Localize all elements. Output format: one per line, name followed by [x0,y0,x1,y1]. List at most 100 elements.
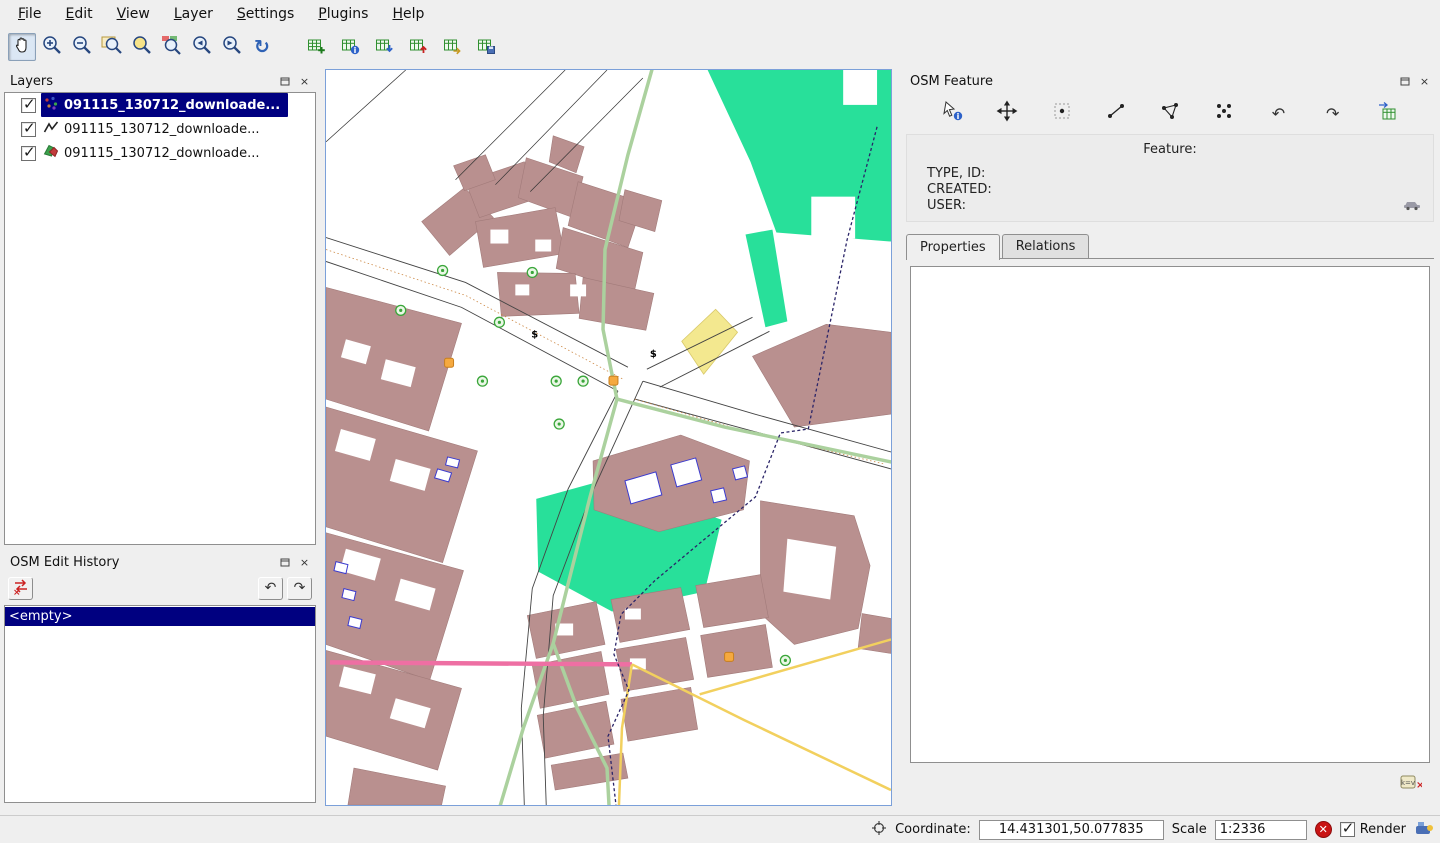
feature-preview-icon [1403,197,1421,215]
refresh-icon: ↻ [254,36,270,58]
osm-feature-manager-icon: i [341,36,360,59]
layer-checkbox[interactable] [21,98,36,113]
polygon-layer-icon [43,143,59,163]
zoom-full-button[interactable] [98,33,126,61]
layers-close-button[interactable]: × [297,74,312,89]
zoom-next-icon [221,34,243,60]
osm-toolbar-group: i [302,33,500,61]
undo-button[interactable]: ↶ [258,577,283,600]
osm-load-icon [307,36,326,59]
render-checkbox[interactable] [1340,822,1355,837]
zoom-in-button[interactable] [38,33,66,61]
menu-settings[interactable]: Settings [227,2,304,26]
feature-table-button[interactable] [1374,100,1400,126]
main-toolbar: ↻ i [0,28,1440,66]
feature-close-button[interactable]: × [1417,74,1432,89]
svg-text:i: i [353,45,356,54]
layer-label: 091115_130712_downloade... [64,122,260,137]
layer-label: 091115_130712_downloade... [64,146,260,161]
menu-file[interactable]: File [8,2,51,26]
zoom-last-button[interactable] [188,33,216,61]
layers-float-button[interactable] [277,74,292,89]
move-feature-icon [996,100,1018,126]
history-float-button[interactable] [277,555,292,570]
layer-row-lines[interactable]: 091115_130712_downloade... [5,117,315,141]
move-feature-button[interactable] [994,100,1020,126]
coordinate-capture-icon[interactable] [871,820,887,840]
zoom-layer-icon [161,34,183,60]
pan-button[interactable] [8,33,36,61]
zoom-selection-icon [131,34,153,60]
menu-edit[interactable]: Edit [55,2,102,26]
layer-row-points[interactable]: 091115_130712_downloade... [5,93,315,117]
map-canvas[interactable]: $ $ [325,69,892,806]
feature-panel-titlebar: OSM Feature × [902,70,1438,92]
feature-panel-title: OSM Feature [910,74,1392,89]
redo-button[interactable]: ↷ [287,577,312,600]
layer-checkbox[interactable] [21,146,36,161]
render-label: Render [1360,822,1406,837]
refresh-button[interactable]: ↻ [248,33,276,61]
menu-layer[interactable]: Layer [164,2,223,26]
layer-row-polygons[interactable]: 091115_130712_downloade... [5,141,315,165]
menu-help[interactable]: Help [382,2,434,26]
layers-list: 091115_130712_downloade... 091115_130712… [4,92,316,545]
zoom-last-icon [191,34,213,60]
feature-redo-button[interactable]: ↷ [1320,100,1346,126]
menu-plugins[interactable]: Plugins [308,2,378,26]
feature-float-button[interactable] [1397,74,1412,89]
layers-panel-titlebar: Layers × [2,70,318,92]
history-close-button[interactable]: × [297,555,312,570]
osm-upload-icon [409,36,428,59]
osm-save-button[interactable] [472,33,500,61]
tab-relations[interactable]: Relations [1002,234,1090,259]
osm-download-icon [375,36,394,59]
osm-download-button[interactable] [370,33,398,61]
feature-undo-button[interactable]: ↶ [1266,100,1292,126]
layer-checkbox[interactable] [21,122,36,137]
create-polygon-icon [1159,100,1181,126]
zoom-layer-button[interactable] [158,33,186,61]
svg-text:×: × [13,588,21,596]
create-relation-button[interactable] [1211,100,1237,126]
layers-panel-title: Layers [10,74,272,89]
properties-table[interactable] [910,266,1430,763]
coordinate-input[interactable] [979,820,1164,840]
menu-view[interactable]: View [107,2,160,26]
feature-table-icon [1376,100,1398,126]
osm-feature-manager-button[interactable]: i [336,33,364,61]
feature-toolbar: i ↶ ↷ [902,96,1438,130]
feature-caption: Feature: [907,135,1433,157]
history-list: <empty> [4,605,316,803]
menu-bar: File Edit View Layer Settings Plugins He… [0,0,1440,28]
create-relation-icon [1213,100,1235,126]
projection-icon[interactable] [1414,819,1434,841]
zoom-selection-button[interactable] [128,33,156,61]
scale-input[interactable] [1215,820,1307,840]
create-polygon-button[interactable] [1157,100,1183,126]
identify-feature-button[interactable]: i [940,100,966,126]
create-point-button[interactable] [1049,100,1075,126]
undo-icon: ↶ [265,580,277,596]
stop-render-button[interactable]: ✕ [1315,821,1332,838]
key-value-icon[interactable]: k=v× [1400,774,1422,795]
history-panel-title: OSM Edit History [10,555,272,570]
tab-properties[interactable]: Properties [906,234,1000,260]
osm-upload-button[interactable] [404,33,432,61]
create-line-button[interactable] [1103,100,1129,126]
currency-marker: $ [531,329,538,340]
osm-load-button[interactable] [302,33,330,61]
line-layer-icon [43,119,59,139]
osm-import-button[interactable] [438,33,466,61]
clear-history-button[interactable]: × [8,577,33,600]
coordinate-label: Coordinate: [895,822,971,837]
feature-tabs: Properties Relations [906,232,1091,259]
osm-feature-panel: OSM Feature × i ↶ ↷ Feature: TYPE, I [902,70,1438,803]
zoom-next-button[interactable] [218,33,246,61]
zoom-out-button[interactable] [68,33,96,61]
osm-import-icon [443,36,462,59]
osm-edit-history-panel: OSM Edit History × × ↶ ↷ <empty> [2,551,318,805]
history-item-empty[interactable]: <empty> [5,607,315,626]
map-svg: $ $ [326,70,891,805]
history-panel-titlebar: OSM Edit History × [2,551,318,573]
